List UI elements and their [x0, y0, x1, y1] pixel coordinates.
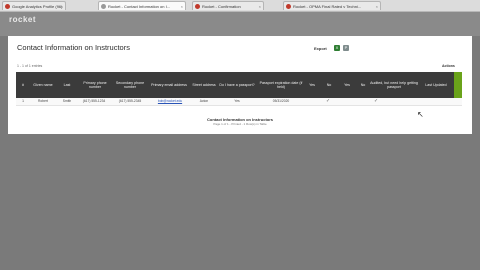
favicon-icon: [286, 4, 291, 9]
col-header-given-name[interactable]: Given name: [30, 72, 56, 98]
col-header-no-2[interactable]: No: [356, 72, 370, 98]
report-footer-subtitle: Page 1 of 1 - Printed - 1 Row(s) in Tabl…: [213, 122, 267, 126]
cell-expiration: 05/31/2020: [272, 99, 290, 103]
excel-export-icon[interactable]: X: [334, 45, 340, 51]
browser-tab-bar: Google Analytics Profile (96) × Rocket -…: [0, 0, 480, 12]
browser-tab-1[interactable]: Rocket - Contact Information on I... ×: [98, 1, 186, 10]
close-icon[interactable]: ×: [181, 2, 183, 10]
col-header-street-address[interactable]: Street address: [190, 72, 218, 98]
col-header-last-updated[interactable]: Last Updated: [420, 72, 452, 98]
export-label: Export: [314, 46, 327, 51]
tab-label: Google Analytics Profile (96): [12, 4, 63, 9]
record-count: 1 - 1 of 1 entries: [17, 64, 43, 68]
tab-label: Rocket - Contact Information on I...: [108, 4, 171, 9]
col-header-secondary-phone[interactable]: Secondary phone number: [112, 72, 148, 98]
col-header-number[interactable]: #: [18, 72, 28, 98]
favicon-icon: [101, 4, 106, 9]
close-icon[interactable]: ×: [376, 2, 378, 10]
cell-passport: Yes: [234, 99, 240, 103]
tab-label: Rocket - OPMA Final Rated v Techni...: [293, 4, 362, 9]
cell-number: 1: [22, 99, 24, 103]
tab-label: Rocket - Confirmation: [202, 4, 241, 9]
col-header-primary-phone[interactable]: Primary phone number: [78, 72, 112, 98]
table-header: # Given name Last Primary phone number S…: [16, 72, 462, 98]
cell-last: Smith: [62, 99, 72, 103]
col-header-passport-expiration[interactable]: Passport expiration date (if held): [258, 72, 304, 98]
browser-tab-3[interactable]: Rocket - OPMA Final Rated v Techni... ×: [283, 1, 381, 10]
cell-street: Acton: [199, 99, 209, 103]
col-header-passport[interactable]: Do I have a passport?: [218, 72, 256, 98]
page-title: Contact Information on Instructors: [17, 43, 130, 52]
browser-tab-0[interactable]: Google Analytics Profile (96) ×: [2, 1, 66, 10]
favicon-icon: [195, 4, 200, 9]
browser-tab-2[interactable]: Rocket - Confirmation ×: [192, 1, 264, 10]
col-header-last[interactable]: Last: [56, 72, 78, 98]
col-header-audited[interactable]: Audited, but need help getting passport: [370, 72, 418, 98]
app-logo[interactable]: rocket: [9, 15, 36, 24]
actions-menu[interactable]: Actions: [442, 64, 455, 68]
cell-email-link[interactable]: bob@rocket.edu: [150, 99, 190, 103]
close-icon[interactable]: ×: [61, 2, 63, 10]
favicon-icon: [5, 4, 10, 9]
col-header-yes-1[interactable]: Yes: [304, 72, 320, 98]
cell-secondary-phone: (617) 555-2345: [118, 99, 142, 103]
close-icon[interactable]: ×: [259, 2, 261, 10]
col-header-no-1[interactable]: No: [320, 72, 338, 98]
checkmark-icon: ✓: [374, 98, 379, 104]
app-header: [0, 12, 480, 36]
mouse-pointer-icon: ↖: [417, 110, 424, 119]
column-selector-tab[interactable]: [454, 72, 462, 98]
cell-given-name: Robert: [38, 99, 48, 103]
col-header-yes-2[interactable]: Yes: [338, 72, 356, 98]
pdf-export-icon[interactable]: P: [343, 45, 349, 51]
cell-primary-phone: (617) 555-1234: [82, 99, 106, 103]
col-header-primary-email[interactable]: Primary email address: [148, 72, 190, 98]
checkmark-icon: ✓: [326, 98, 331, 104]
